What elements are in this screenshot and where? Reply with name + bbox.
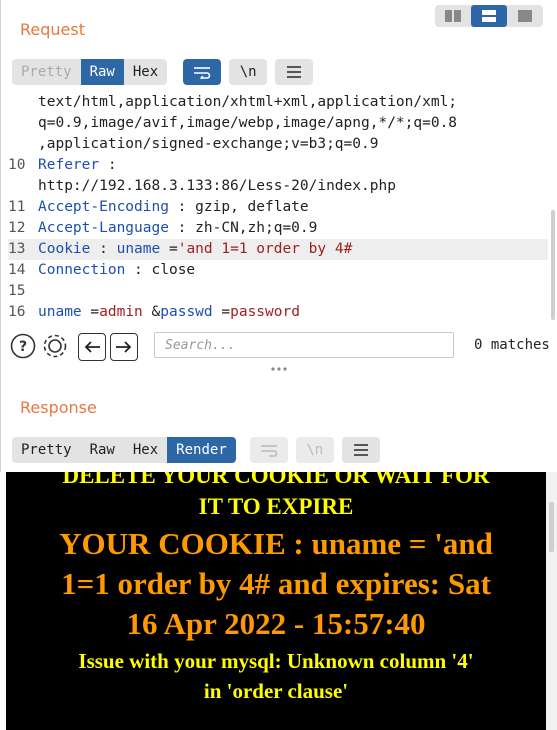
svg-text:?: ? <box>19 339 27 355</box>
request-newline-button[interactable]: \n <box>229 59 268 85</box>
wrap-icon <box>260 445 278 457</box>
render-line-delete-cookie: DELETE YOUR COOKIE OR WAIT FOR <box>62 472 490 488</box>
request-line-body: 16 uname =admin &passwd =password <box>8 304 300 320</box>
request-line: ,application/signed-exchange;v=b3;q=0.9 <box>38 136 379 152</box>
help-button[interactable]: ? <box>10 333 36 359</box>
response-menu-button[interactable] <box>341 437 380 463</box>
render-line-cookie-cont: 1=1 order by 4# and expires: Sat <box>61 566 491 601</box>
request-tabbar: Pretty Raw Hex \n <box>12 59 314 85</box>
render-line-cookie: YOUR COOKIE : uname = 'and <box>59 526 493 561</box>
split-horizontal-icon <box>445 10 461 22</box>
request-line: http://192.168.3.133:86/Less-20/index.ph… <box>38 178 396 194</box>
request-wrap-button[interactable] <box>183 59 222 85</box>
single-pane-button[interactable] <box>507 5 543 27</box>
response-render-view: DELETE YOUR COOKIE OR WAIT FOR IT TO EXP… <box>6 472 557 730</box>
request-tab-hex[interactable]: Hex <box>124 59 167 85</box>
response-scrollbar[interactable] <box>549 502 554 552</box>
request-line: 14 Connection : close <box>8 262 196 278</box>
request-scrollbar[interactable] <box>551 210 555 320</box>
request-menu-button[interactable] <box>275 59 314 85</box>
arrow-right-icon <box>116 341 132 353</box>
menu-icon <box>353 444 368 456</box>
search-match-count: 0 matches <box>474 337 550 353</box>
request-line: text/html,application/xhtml+xml,applicat… <box>38 94 458 110</box>
gear-icon <box>43 334 67 358</box>
split-vertical-icon <box>482 10 496 22</box>
menu-icon <box>287 66 302 78</box>
render-line-expires-date: 16 Apr 2022 - 15:57:40 <box>126 606 426 641</box>
response-tab-hex[interactable]: Hex <box>124 437 167 463</box>
request-line-cookie: 13 Cookie : uname ='and 1=1 order by 4# <box>8 239 548 260</box>
response-tab-raw[interactable]: Raw <box>81 437 124 463</box>
render-line-order-clause: in 'order clause' <box>203 679 349 703</box>
single-pane-icon <box>518 10 532 22</box>
response-wrap-button[interactable] <box>249 437 288 463</box>
request-line: q=0.9,image/avif,image/webp,image/apng,*… <box>38 115 458 131</box>
request-line: 11 Accept-Encoding : gzip, deflate <box>8 199 309 215</box>
response-tab-pretty[interactable]: Pretty <box>12 437 81 463</box>
drag-handle-icon <box>270 367 287 371</box>
wrap-icon <box>194 67 211 79</box>
layout-toggle <box>435 5 543 27</box>
response-scroll-track <box>546 472 557 730</box>
render-line-expire: IT TO EXPIRE <box>198 494 354 519</box>
response-newline-button[interactable]: \n <box>295 437 334 463</box>
search-prev-button[interactable] <box>78 333 106 361</box>
render-line-mysql-error: Issue with your mysql: Unknown column '4… <box>78 649 474 673</box>
response-tab-render[interactable]: Render <box>167 437 236 463</box>
search-next-button[interactable] <box>110 333 138 361</box>
pane-splitter[interactable] <box>0 364 557 374</box>
settings-button[interactable] <box>42 333 68 359</box>
request-tab-raw[interactable]: Raw <box>80 59 124 85</box>
response-tabbar: Pretty Raw Hex Render \n <box>12 437 380 463</box>
split-horizontal-button[interactable] <box>435 5 471 27</box>
request-tab-pretty[interactable]: Pretty <box>12 59 81 85</box>
request-search-bar: ? Search... 0 matches <box>8 330 553 361</box>
search-input[interactable]: Search... <box>154 332 454 358</box>
response-title: Response <box>20 398 97 417</box>
request-title: Request <box>20 20 85 39</box>
request-editor[interactable]: text/html,application/xhtml+xml,applicat… <box>8 92 548 326</box>
request-line: 12 Accept-Language : zh-CN,zh;q=0.9 <box>8 220 318 236</box>
request-line: 15 <box>8 283 26 299</box>
request-line: 10 Referer : <box>8 157 117 173</box>
arrow-left-icon <box>84 341 100 353</box>
help-icon: ? <box>10 333 36 359</box>
left-border <box>0 0 1 472</box>
split-vertical-button[interactable] <box>471 5 507 27</box>
